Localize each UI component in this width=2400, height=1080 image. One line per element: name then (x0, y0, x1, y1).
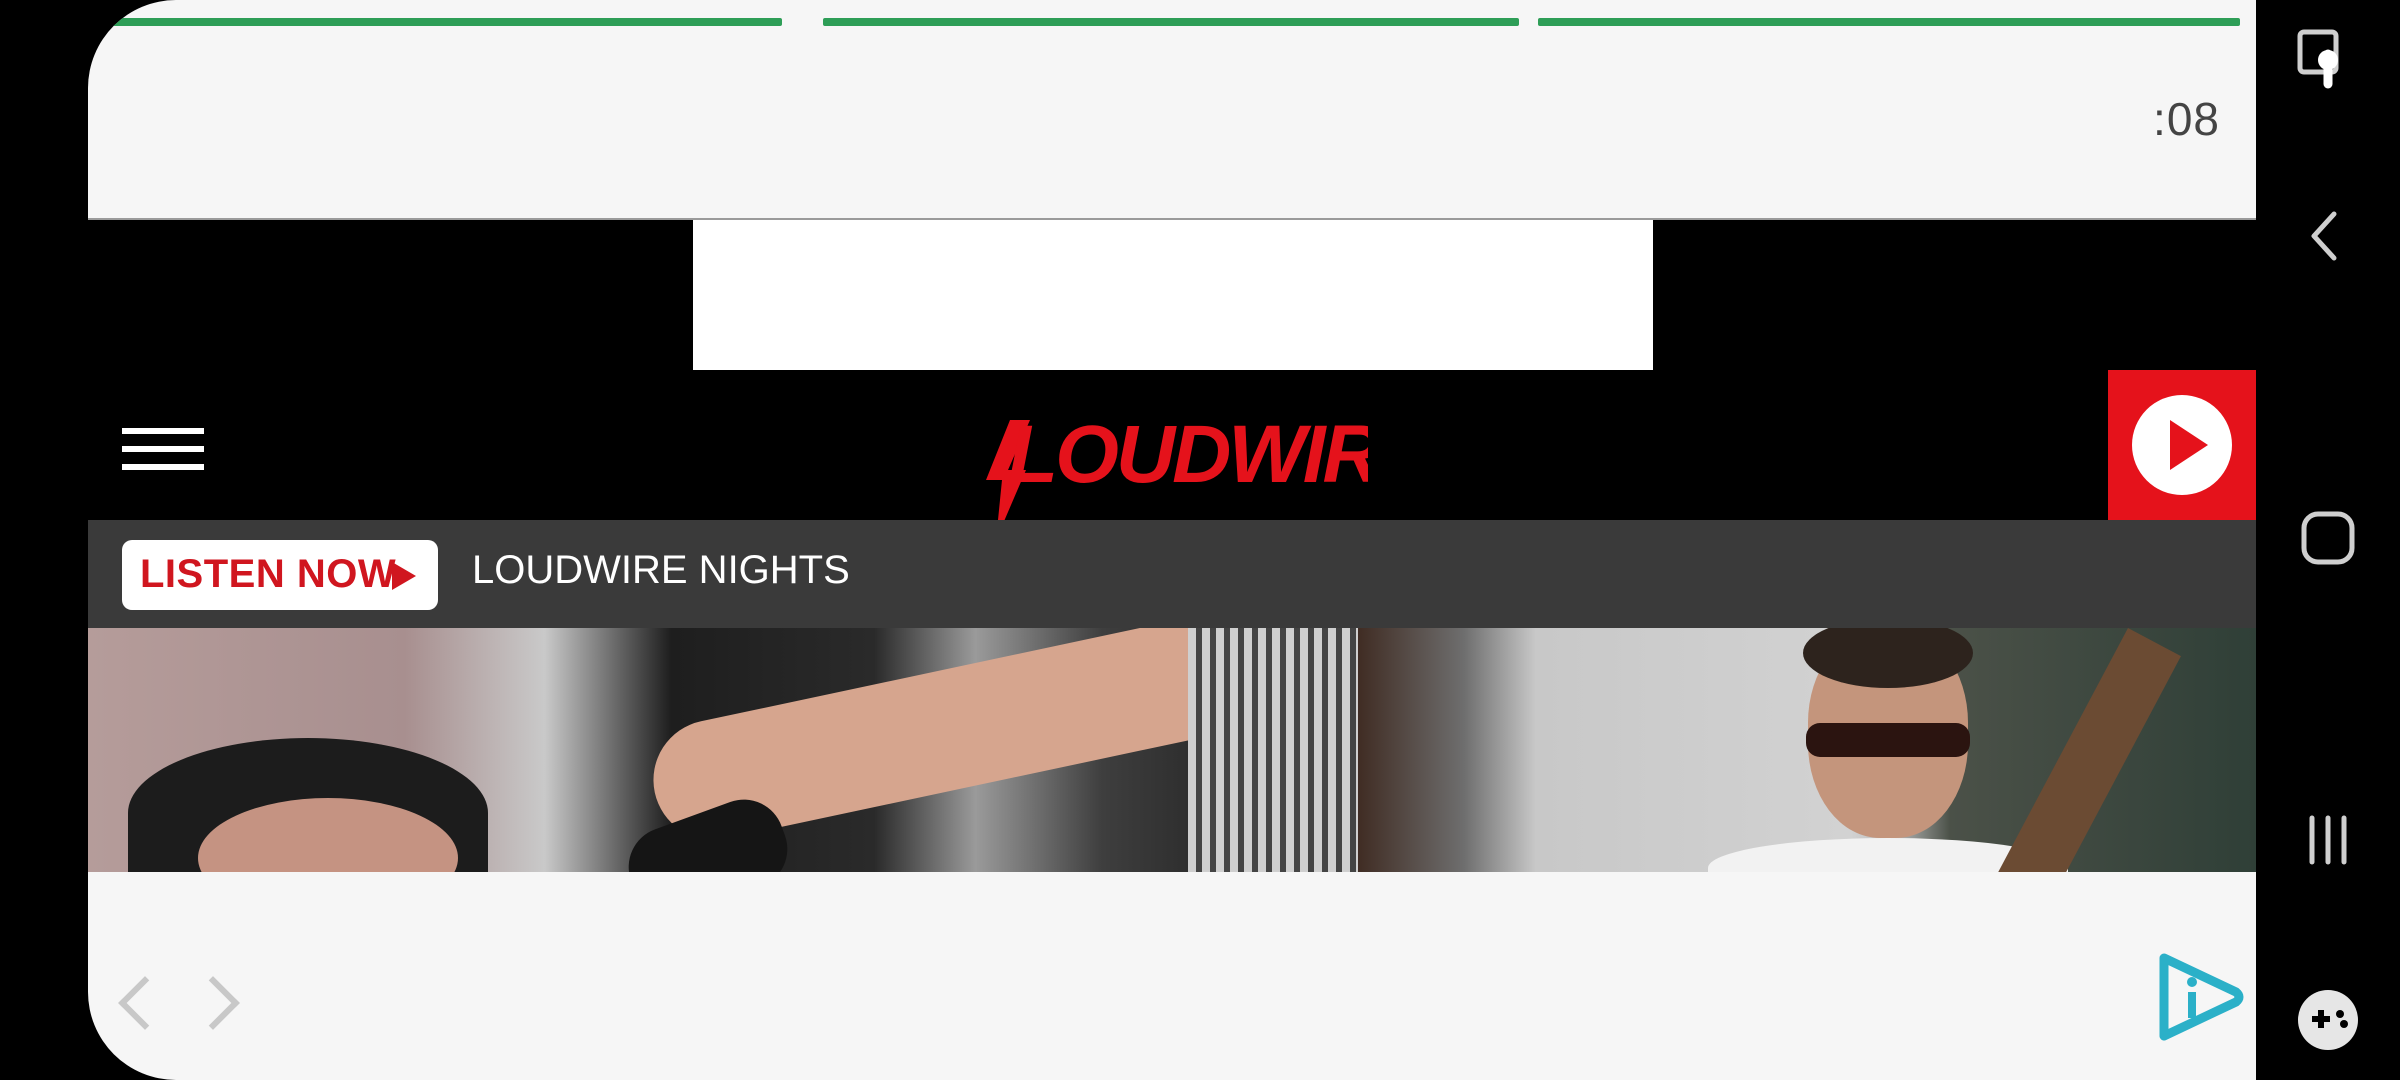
back-icon[interactable] (2288, 196, 2368, 276)
article-image-strip[interactable] (88, 628, 2256, 872)
play-icon (2132, 395, 2232, 495)
screen-pin-icon[interactable] (2288, 18, 2368, 98)
listen-bar: LISTEN NOW LOUDWIRE NIGHTS (88, 520, 2256, 628)
listen-live-play-button[interactable] (2108, 370, 2256, 520)
photo-detail (1188, 628, 1358, 872)
hamburger-menu-icon[interactable] (122, 428, 204, 470)
photo-detail (1806, 723, 1970, 757)
listen-now-button[interactable]: LISTEN NOW (122, 540, 438, 610)
story-header: :08 (88, 0, 2256, 220)
brand-play-icon[interactable] (2156, 952, 2244, 1042)
site-header: LOUDWIRE (88, 370, 2256, 540)
play-arrow-icon (392, 562, 416, 590)
chevron-right-icon[interactable] (186, 972, 242, 1032)
home-icon[interactable] (2288, 498, 2368, 578)
story-progress-segment-2 (823, 18, 1519, 26)
recents-icon[interactable] (2288, 800, 2368, 880)
station-name: LOUDWIRE NIGHTS (472, 548, 850, 592)
story-nav-bar (88, 872, 2256, 1080)
game-tools-icon[interactable] (2288, 980, 2368, 1060)
story-progress-segment-3 (1538, 18, 2240, 26)
story-timer: :08 (2153, 93, 2220, 145)
ad-banner[interactable] (693, 220, 1653, 370)
browser-screen: :08 LOUDWIRE LISTEN NOW LOUDWIRE NIGHTS (88, 0, 2256, 1080)
story-progress-segment-1 (102, 18, 782, 26)
logo-text: LOUDWIRE (1008, 410, 1368, 500)
listen-now-label: LISTEN NOW (140, 552, 397, 596)
system-navigation-bar (2256, 0, 2400, 1080)
chevron-left-icon[interactable] (112, 972, 172, 1032)
